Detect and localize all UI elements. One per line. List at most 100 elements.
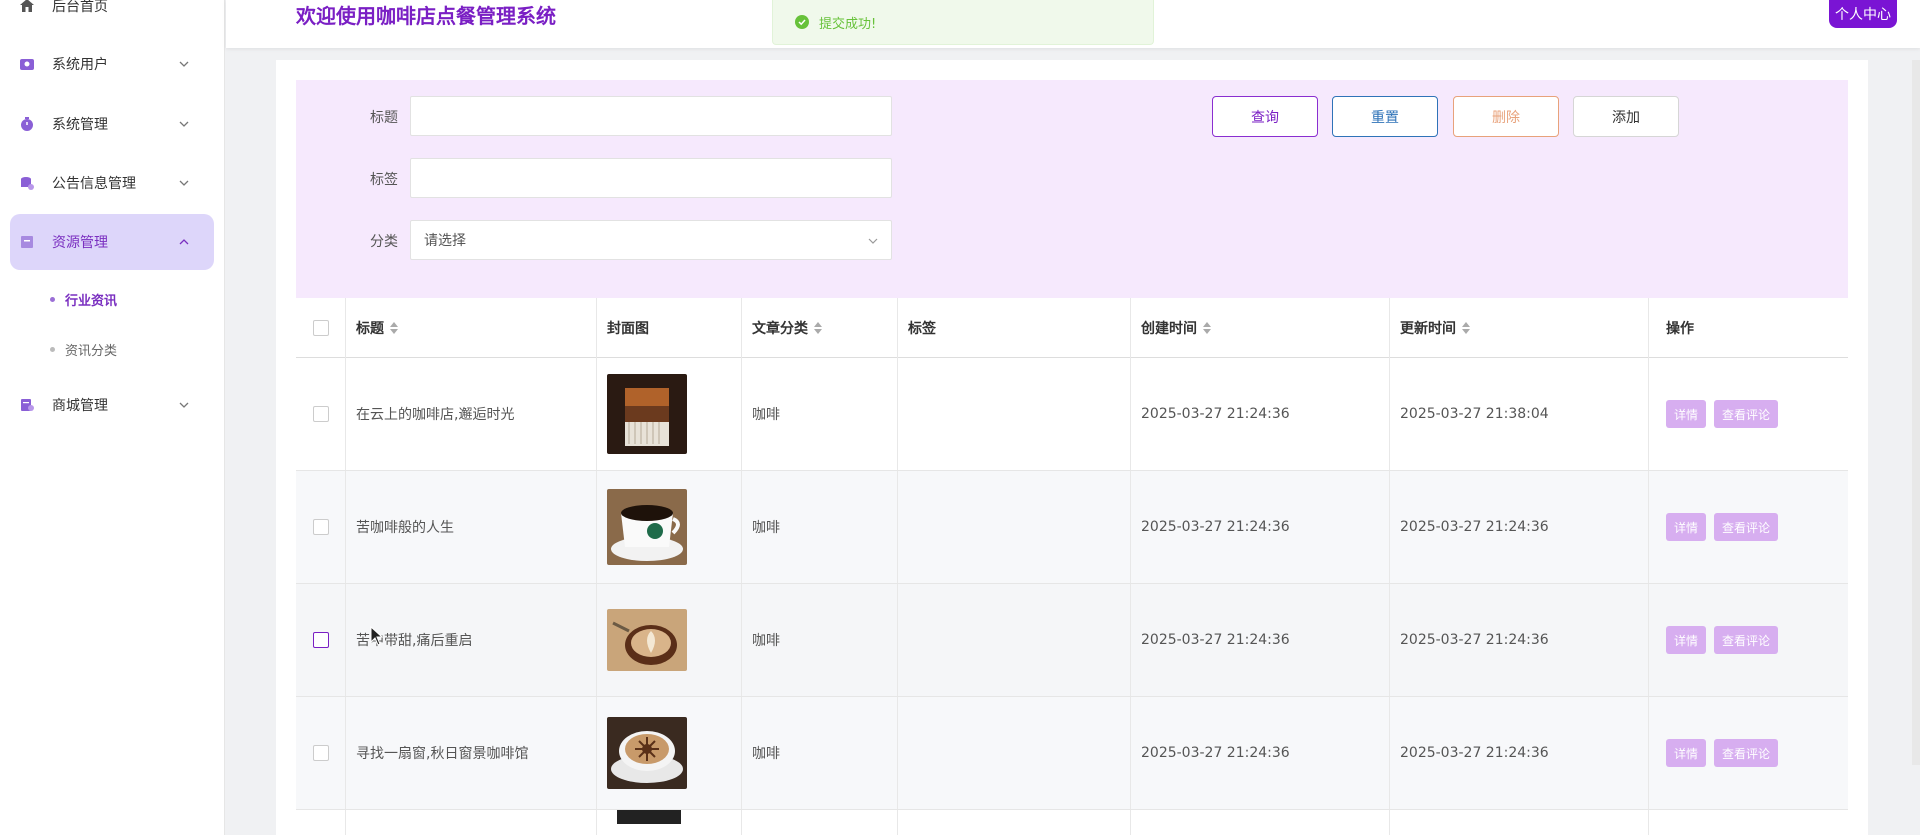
home-icon [18,0,36,15]
add-button[interactable]: 添加 [1573,96,1679,137]
row-select-cell [296,697,346,809]
row-tag [898,471,1131,583]
detail-button[interactable]: 详情 [1666,513,1707,541]
chevron-down-icon [179,121,189,127]
delete-button[interactable]: 删除 [1453,96,1559,137]
detail-button[interactable]: 详情 [1666,400,1707,428]
app-title: 欢迎使用咖啡店点餐管理系统 [296,4,556,28]
row-title [346,810,597,835]
row-checkbox[interactable] [313,632,329,648]
row-cover [597,584,742,696]
cover-image-latte-art[interactable] [607,609,687,671]
title-input[interactable] [410,96,892,136]
header-category[interactable]: 文章分类 [742,298,898,358]
chevron-down-icon [868,238,878,244]
view-comments-button[interactable]: 查看评论 [1714,626,1779,654]
row-created: 2025-03-27 21:24:36 [1131,584,1390,696]
reset-button[interactable]: 重置 [1332,96,1438,137]
detail-button[interactable]: 详情 [1666,626,1707,654]
row-created: 2025-03-27 21:24:36 [1131,697,1390,809]
success-toast: 提交成功! [772,0,1154,45]
row-checkbox[interactable] [313,519,329,535]
header-updated[interactable]: 更新时间 [1390,298,1649,358]
row-updated: 2025-03-27 21:24:36 [1390,471,1649,583]
row-checkbox[interactable] [313,745,329,761]
cover-image-cappuccino[interactable] [607,717,687,789]
category-select-placeholder: 请选择 [424,233,466,249]
chevron-down-icon [179,402,189,408]
user-center-button[interactable]: 个人中心 [1829,0,1897,28]
tag-label: 标签 [370,172,398,188]
view-comments-button[interactable]: 查看评论 [1714,513,1779,541]
table-row: 苦中带甜,痛后重启 咖啡 2025-03-27 21:24:36 2025-03… [296,584,1848,697]
row-select-cell [296,358,346,470]
row-category: 咖啡 [742,584,898,696]
category-label: 分类 [370,234,398,250]
tag-input[interactable] [410,158,892,198]
sort-icon[interactable] [1462,322,1470,334]
row-cover [597,358,742,470]
sidebar-item-home[interactable]: 后台首页 [10,0,214,26]
header-tag: 标签 [898,298,1131,358]
row-cover [597,810,742,835]
chevron-down-icon [179,180,189,186]
page-scrollbar[interactable] [1912,60,1920,765]
select-all-cell [296,298,346,358]
database-icon [18,174,36,192]
sidebar-item-label: 公告信息管理 [52,176,136,192]
header-created[interactable]: 创建时间 [1131,298,1390,358]
row-select-cell [296,471,346,583]
sidebar-subitem-industry-news[interactable]: 行业资讯 [50,290,117,309]
row-checkbox[interactable] [313,406,329,422]
sidebar-subitem-label: 行业资讯 [65,294,118,309]
sidebar-subitem-news-category[interactable]: 资讯分类 [50,340,117,359]
row-actions: 详情 查看评论 [1649,697,1848,809]
row-category: 咖啡 [742,697,898,809]
cover-image-coffee-cup[interactable] [607,489,687,565]
row-category: 咖啡 [742,471,898,583]
chevron-up-icon [179,239,189,245]
view-comments-button[interactable]: 查看评论 [1714,400,1779,428]
sidebar-item-system[interactable]: 系统管理 [10,96,214,152]
sidebar-item-resources[interactable]: 资源管理 [10,214,214,270]
detail-button[interactable]: 详情 [1666,739,1707,767]
row-updated: 2025-03-27 21:38:04 [1390,358,1649,470]
table-row: 在云上的咖啡店,邂逅时光 咖啡 2025-03-27 21:24:36 2025… [296,358,1848,471]
sidebar-item-label: 资源管理 [52,235,108,251]
header-label: 更新时间 [1400,321,1456,337]
header-label: 操作 [1666,321,1694,337]
row-actions: 详情 查看评论 [1649,584,1848,696]
row-cover [597,471,742,583]
cover-image-iced-coffee[interactable] [607,374,687,454]
row-select-cell [296,810,346,835]
header-label: 创建时间 [1141,321,1197,337]
sidebar-item-notice[interactable]: 公告信息管理 [10,155,214,211]
table-row: 苦咖啡般的人生 咖啡 2025-03-27 21:24:36 2025-03-2… [296,471,1848,584]
query-button[interactable]: 查询 [1212,96,1318,137]
select-all-checkbox[interactable] [313,320,329,336]
row-actions: 详情 查看评论 [1649,471,1848,583]
toast-message: 提交成功! [819,16,877,32]
sort-icon[interactable] [1203,322,1211,334]
bullet-icon [50,347,55,352]
row-updated: 2025-03-27 21:24:36 [1390,584,1649,696]
row-tag [898,810,1131,835]
sidebar-item-users[interactable]: 系统用户 [10,36,214,92]
row-created: 2025-03-27 21:24:36 [1131,471,1390,583]
table-row: 寻找一扇窗,秋日窗景咖啡馆 咖啡 2025-03-27 21:24:36 202… [296,697,1848,810]
row-created [1131,810,1390,835]
header-title[interactable]: 标题 [346,298,597,358]
sidebar: 后台首页 系统用户 系统管理 公告信息管理 资源管理 行业资讯 资讯分类 商城管… [0,0,225,835]
row-select-cell [296,584,346,696]
view-comments-button[interactable]: 查看评论 [1714,739,1779,767]
row-category [742,810,898,835]
row-updated [1390,810,1649,835]
mouse-cursor-icon [370,626,384,646]
header-label: 标签 [908,321,936,337]
cover-image-partial[interactable] [617,810,681,824]
sort-icon[interactable] [814,322,822,334]
sort-icon[interactable] [390,322,398,334]
sidebar-item-mall[interactable]: 商城管理 [10,377,214,433]
table-row [296,810,1848,835]
category-select[interactable]: 请选择 [410,220,892,260]
